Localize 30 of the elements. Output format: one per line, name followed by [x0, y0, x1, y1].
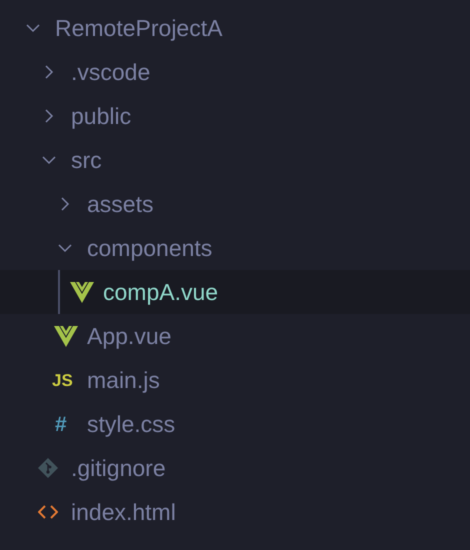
folder-row[interactable]: assets [0, 182, 470, 226]
file-name: compA.vue [103, 278, 218, 306]
file-row[interactable]: index.html [0, 490, 470, 534]
folder-name: .vscode [71, 58, 150, 86]
file-name: .gitignore [71, 454, 166, 482]
js-icon: JS [52, 372, 73, 388]
git-icon [38, 458, 58, 478]
file-row[interactable]: JS main.js [0, 358, 470, 402]
folder-name: RemoteProjectA [55, 14, 222, 42]
folder-name: components [87, 234, 212, 262]
file-name: index.html [71, 498, 176, 526]
vue-icon [70, 282, 94, 302]
file-row[interactable]: # style.css [0, 402, 470, 446]
vue-icon [54, 326, 78, 346]
folder-name: assets [87, 190, 154, 218]
folder-name: public [71, 102, 132, 130]
folder-row[interactable]: public [0, 94, 470, 138]
hash-icon: # [55, 414, 67, 434]
folder-row[interactable]: src [0, 138, 470, 182]
folder-row[interactable]: .vscode [0, 50, 470, 94]
folder-row[interactable]: components [0, 226, 470, 270]
file-row[interactable]: compA.vue [0, 270, 470, 314]
file-name: App.vue [87, 322, 172, 350]
file-row[interactable]: App.vue [0, 314, 470, 358]
code-icon [38, 504, 58, 520]
file-name: style.css [87, 410, 176, 438]
folder-row[interactable]: RemoteProjectA [0, 6, 470, 50]
file-name: main.js [87, 366, 160, 394]
file-row[interactable]: .gitignore [0, 446, 470, 490]
folder-name: src [71, 146, 102, 174]
